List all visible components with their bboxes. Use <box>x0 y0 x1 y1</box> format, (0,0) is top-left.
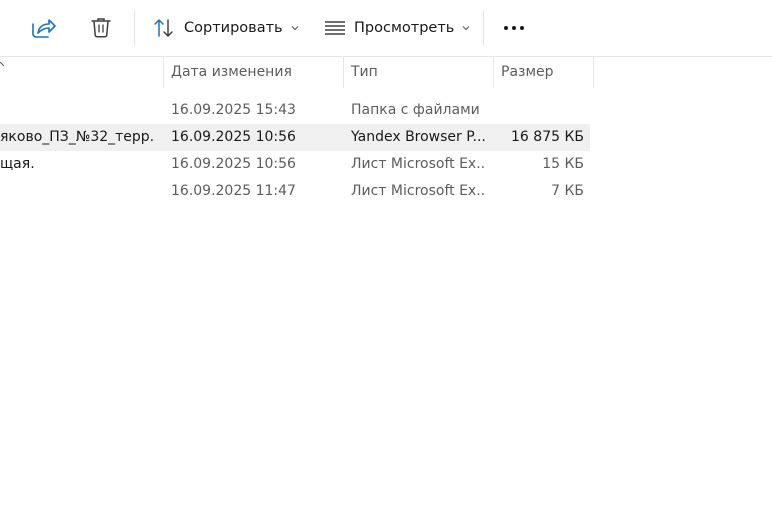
view-button[interactable]: Просмотреть <box>324 8 471 48</box>
file-date: 16.09.2025 15:43 <box>171 102 296 118</box>
chevron-down-icon <box>290 23 300 33</box>
sort-button[interactable]: Сортировать <box>152 8 300 48</box>
trash-icon <box>86 8 116 48</box>
share-button[interactable] <box>24 8 58 48</box>
more-options-button[interactable] <box>500 8 528 48</box>
chevron-down-icon <box>461 23 471 33</box>
file-name: щая. <box>0 156 35 172</box>
file-size <box>494 97 584 124</box>
file-size: 15 КБ <box>542 156 584 172</box>
toolbar-separator <box>483 10 484 46</box>
column-header-type[interactable]: Тип <box>343 56 493 88</box>
sort-label: Сортировать <box>184 20 283 36</box>
file-list: 16.09.2025 15:43 Папка с файлами яково_П… <box>0 97 772 205</box>
column-header-size[interactable]: Размер <box>493 56 593 88</box>
share-icon <box>24 8 58 48</box>
toolbar-separator <box>134 10 135 46</box>
file-type: Yandex Browser P... <box>351 129 486 145</box>
delete-button[interactable] <box>86 8 116 48</box>
view-list-icon <box>324 16 346 40</box>
file-type: Лист Microsoft Ex... <box>351 156 486 172</box>
file-row[interactable]: яково_ПЗ_№32_терр... 16.09.2025 10:56 Ya… <box>0 124 772 151</box>
file-type: Лист Microsoft Ex... <box>351 183 486 199</box>
more-icon <box>500 8 528 48</box>
file-name <box>0 97 155 124</box>
file-name <box>0 178 155 205</box>
view-label: Просмотреть <box>354 20 455 36</box>
file-date: 16.09.2025 11:47 <box>171 183 296 199</box>
file-size: 16 875 КБ <box>511 129 584 145</box>
file-size: 7 КБ <box>551 183 584 199</box>
file-row[interactable]: щая. 16.09.2025 10:56 Лист Microsoft Ex.… <box>0 151 772 178</box>
file-type: Папка с файлами <box>351 102 480 118</box>
command-bar: Сортировать Просмотреть <box>0 0 772 57</box>
column-header-row: Дата изменения Тип Размер <box>0 56 772 88</box>
column-header-date[interactable]: Дата изменения <box>163 56 343 88</box>
file-row[interactable]: 16.09.2025 11:47 Лист Microsoft Ex... 7 … <box>0 178 772 205</box>
file-date: 16.09.2025 10:56 <box>171 129 296 145</box>
sort-icon <box>152 16 176 40</box>
file-name: яково_ПЗ_№32_терр... <box>0 129 155 145</box>
file-row[interactable]: 16.09.2025 15:43 Папка с файлами <box>0 97 772 124</box>
sort-indicator-icon <box>0 56 10 75</box>
column-divider[interactable] <box>593 56 594 88</box>
file-date: 16.09.2025 10:56 <box>171 156 296 172</box>
